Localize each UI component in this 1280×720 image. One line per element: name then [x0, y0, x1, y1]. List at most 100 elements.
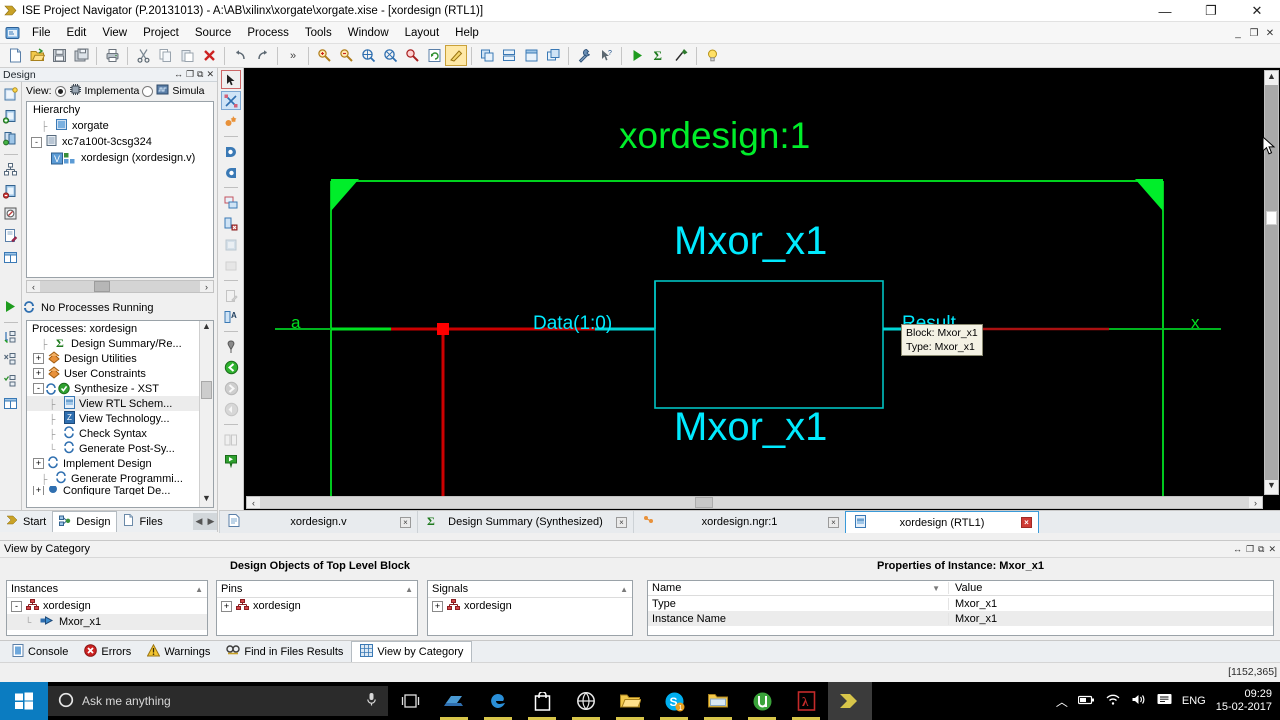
console-tab-warnings[interactable]: Warnings — [139, 641, 218, 662]
console-tab-console[interactable]: Console — [4, 641, 76, 662]
scroll-right-arrow[interactable]: › — [200, 282, 213, 292]
pin-marker-icon[interactable] — [221, 337, 241, 356]
expander-expand[interactable]: + — [33, 353, 44, 364]
process-item-generate-programming-file[interactable]: ├ Generate Programmi... — [27, 470, 213, 486]
doc-tab-xordesign-rtl1[interactable]: xordesign (RTL1) × — [845, 511, 1039, 533]
resize-icon[interactable]: ↔ — [174, 69, 183, 80]
cascade-icon[interactable] — [542, 45, 564, 66]
maximize-panel-icon[interactable]: ❐ — [1246, 544, 1254, 555]
copy-icon[interactable] — [154, 45, 176, 66]
tab-scroll-right[interactable]: ▶ — [205, 516, 217, 527]
zoom-in-schematic-icon[interactable] — [221, 142, 241, 161]
expander-collapse[interactable]: - — [31, 136, 42, 148]
hierarchy-tree[interactable]: Hierarchy ├ xorgate - xc7a100t-3csg324 V… — [26, 101, 214, 278]
zoom-out-schematic-icon[interactable] — [221, 163, 241, 182]
radio-simulation[interactable] — [142, 85, 154, 97]
toggle-hierarchy-icon[interactable] — [221, 91, 241, 110]
console-tab-find-in-files[interactable]: Find in Files Results — [218, 641, 351, 662]
open-file-icon[interactable] — [26, 45, 48, 66]
pin-icon[interactable] — [670, 45, 692, 66]
table-row[interactable]: Instance Name Mxor_x1 — [648, 611, 1273, 626]
maximize-button[interactable]: ❐ — [1188, 0, 1234, 22]
redo-icon[interactable] — [251, 45, 273, 66]
zoom-out-icon[interactable] — [335, 45, 357, 66]
browser-icon[interactable] — [564, 682, 608, 720]
taskbar-clock[interactable]: 09:29 15-02-2017 — [1216, 688, 1272, 714]
sort-arrow-icon[interactable]: ▲ — [195, 585, 203, 594]
menu-process[interactable]: Process — [239, 25, 297, 41]
new-window-icon[interactable] — [221, 193, 241, 212]
process-item-view-technology-schematic[interactable]: ├ Z View Technology... — [27, 410, 213, 426]
scroll-down-arrow[interactable]: ▼ — [200, 493, 213, 507]
menu-project[interactable]: Project — [135, 25, 187, 41]
properties-column-value[interactable]: Value — [948, 582, 1273, 594]
menu-window[interactable]: Window — [340, 25, 397, 41]
radio-implementation[interactable] — [54, 85, 66, 97]
tile-horizontal-icon[interactable] — [476, 45, 498, 66]
ise-navigator-icon[interactable] — [828, 682, 872, 720]
process-item-synthesize-xst[interactable]: - Synthesize - XST — [27, 381, 213, 396]
expander-collapse[interactable]: - — [33, 383, 44, 394]
expander-expand[interactable]: + — [33, 368, 44, 379]
volume-icon[interactable] — [1131, 693, 1147, 709]
design-summary-icon[interactable] — [2, 248, 20, 267]
store-icon[interactable] — [520, 682, 564, 720]
process-item-view-rtl-schematic[interactable]: ├ View RTL Schem... — [27, 395, 213, 411]
close-panel-icon[interactable]: ✕ — [1268, 544, 1276, 555]
microphone-icon[interactable] — [365, 692, 378, 710]
mdi-minimize-button[interactable]: _ — [1230, 25, 1246, 41]
close-panel-icon[interactable]: ✕ — [206, 69, 214, 80]
scroll-left-arrow[interactable]: ‹ — [247, 498, 260, 508]
sum-icon[interactable]: Σ — [648, 45, 670, 66]
scroll-track[interactable] — [260, 497, 1249, 508]
menu-help[interactable]: Help — [447, 25, 487, 41]
project-menu-icon[interactable] — [0, 26, 24, 40]
close-tab-button[interactable]: × — [400, 516, 411, 528]
folder-yellow-icon[interactable] — [608, 682, 652, 720]
bookmark-green-icon[interactable] — [221, 451, 241, 470]
scroll-left-arrow[interactable]: ‹ — [27, 282, 40, 292]
mdi-restore-button[interactable]: ❐ — [1246, 25, 1262, 41]
new-file-icon[interactable] — [4, 45, 26, 66]
resize-icon[interactable]: ↔ — [1233, 544, 1242, 555]
adobe-reader-icon[interactable]: λ — [784, 682, 828, 720]
idea-bulb-icon[interactable] — [701, 45, 723, 66]
menu-view[interactable]: View — [94, 25, 135, 41]
new-source-icon[interactable] — [2, 85, 20, 104]
overflow-chevron-icon[interactable]: » — [282, 45, 304, 66]
file-explorer-icon[interactable] — [696, 682, 740, 720]
signals-list[interactable]: Signals ▲ + xordesign — [427, 580, 633, 636]
undo-icon[interactable] — [229, 45, 251, 66]
delete-icon[interactable] — [198, 45, 220, 66]
save-icon[interactable] — [48, 45, 70, 66]
properties-column-name[interactable]: Name ▼ — [648, 582, 948, 594]
schematic-vertical-scrollbar[interactable]: ▲ ▼ — [1264, 70, 1279, 495]
close-button[interactable]: ✕ — [1234, 0, 1280, 22]
process-item-configure-target-device[interactable]: + Configure Target De... — [27, 486, 213, 495]
menu-file[interactable]: File — [24, 25, 59, 41]
single-pane-icon[interactable] — [520, 45, 542, 66]
cut-icon[interactable] — [132, 45, 154, 66]
find-text-icon[interactable]: A — [221, 307, 241, 326]
scroll-thumb[interactable] — [201, 381, 212, 399]
skype-icon[interactable]: S1 — [652, 682, 696, 720]
menu-source[interactable]: Source — [187, 25, 239, 41]
view-option-implementation-label[interactable]: Implementa — [85, 85, 140, 97]
tree-item-xorgate[interactable]: ├ xorgate — [27, 118, 213, 134]
remove-source-icon[interactable] — [2, 182, 20, 201]
instances-list[interactable]: Instances ▲ - xordesign └ Mxor_x1 — [6, 580, 208, 636]
add-sheet-icon[interactable] — [221, 112, 241, 131]
save-all-icon[interactable] — [70, 45, 92, 66]
scroll-thumb[interactable] — [94, 281, 111, 292]
process-item-design-utilities[interactable]: + Design Utilities — [27, 350, 213, 366]
scroll-thumb[interactable] — [695, 497, 714, 508]
delete-window-icon[interactable] — [221, 214, 241, 233]
rerun-all-icon[interactable] — [2, 372, 20, 391]
select-pointer-icon[interactable] — [221, 70, 241, 89]
edge-icon[interactable] — [476, 682, 520, 720]
list-item[interactable]: └ Mxor_x1 — [7, 614, 207, 630]
doc-tab-xordesign-v[interactable]: xordesign.v × — [219, 511, 417, 533]
tile-vertical-icon[interactable] — [498, 45, 520, 66]
scroll-thumb[interactable] — [1266, 211, 1277, 225]
scroll-down-arrow[interactable]: ▼ — [1265, 480, 1278, 494]
